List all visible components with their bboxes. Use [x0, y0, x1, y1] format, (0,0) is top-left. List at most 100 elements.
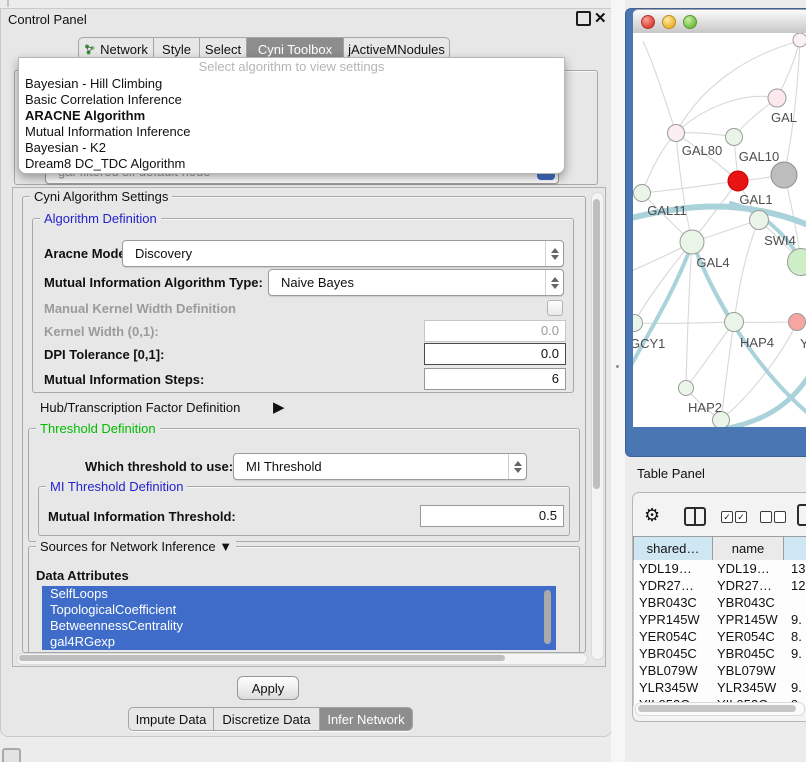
mi-steps-label: Mutual Information Steps: — [44, 372, 204, 387]
settings-vscrollbar-thumb[interactable] — [593, 199, 600, 489]
collapse-arrow-icon[interactable]: ▼ — [219, 539, 232, 554]
select-all-icon[interactable]: ✓ — [721, 511, 733, 523]
tab-infer-network[interactable]: Infer Network — [319, 708, 412, 730]
node-label: GAL80 — [682, 143, 722, 158]
node-swi4[interactable] — [750, 211, 769, 230]
node-hap4[interactable] — [725, 313, 744, 332]
mi-type-label: Mutual Information Algorithm Type: — [44, 275, 263, 290]
gear-icon[interactable]: ⚙ — [644, 505, 660, 526]
attribute-item[interactable]: BetweennessCentrality — [42, 618, 556, 634]
table-header: shared… name — [633, 536, 806, 561]
algorithm-option[interactable]: Bayesian - K2 — [19, 140, 564, 156]
settings-vscrollbar[interactable] — [591, 192, 604, 660]
mi-type-value: Naive Bayes — [281, 270, 354, 295]
column-header-shared-name[interactable]: shared… — [634, 536, 713, 561]
data-attributes-label: Data Attributes — [36, 568, 129, 583]
manual-kernel-checkbox[interactable] — [547, 300, 563, 316]
float-panel-icon[interactable] — [576, 11, 591, 26]
mi-threshold-field[interactable]: 0.5 — [420, 505, 564, 527]
node-gal1-selected[interactable] — [728, 171, 748, 191]
deselect-all-icon[interactable] — [774, 511, 786, 523]
close-panel-icon[interactable]: ✕ — [594, 9, 607, 27]
deselect-all-icon[interactable] — [760, 511, 772, 523]
table-row[interactable]: YBR045CYBR045C9. — [634, 645, 806, 662]
table-hscrollbar[interactable] — [635, 702, 805, 716]
window-minimize-icon[interactable] — [662, 15, 676, 29]
aracne-mode-combo[interactable]: Discovery — [122, 240, 564, 267]
node-salmon[interactable] — [789, 314, 806, 331]
node-label: GAL1 — [739, 192, 772, 207]
manual-kernel-label: Manual Kernel Width Definition — [44, 301, 236, 316]
sources-title-text: Sources for Network Inference — [40, 539, 216, 554]
attribute-item[interactable]: SelfLoops — [42, 586, 556, 602]
node[interactable] — [793, 33, 806, 47]
mi-threshold-label: Mutual Information Threshold: — [48, 509, 236, 524]
node-label: GAL4 — [696, 255, 729, 270]
algorithm-option[interactable]: Mutual Information Inference — [19, 124, 564, 140]
algorithm-popup-placeholder: Select algorithm to view settings — [19, 58, 564, 76]
mi-type-combo[interactable]: Naive Bayes — [268, 269, 564, 296]
node-label: HAP2 — [688, 400, 722, 415]
table-row[interactable]: YER054CYER054C8. — [634, 628, 806, 645]
node-gcy1[interactable] — [633, 315, 643, 332]
node-big-green[interactable] — [788, 249, 806, 276]
table-row[interactable]: YDR27…YDR27…12 — [634, 577, 806, 594]
tab-select-label: Select — [205, 42, 241, 57]
tab-impute-data[interactable]: Impute Data — [129, 708, 213, 730]
dpi-tolerance-label: DPI Tolerance [0,1]: — [44, 347, 164, 362]
settings-hscrollbar-thumb[interactable] — [19, 655, 505, 661]
dpi-tolerance-field[interactable]: 0.0 — [424, 343, 566, 365]
table-hscrollbar-thumb[interactable] — [638, 705, 796, 712]
tab-jactivemnodules-label: jActiveMNodules — [348, 42, 445, 57]
node-gal4[interactable] — [680, 230, 704, 254]
network-canvas[interactable]: GAL GAL80 GAL10 GAL1 GAL11 SWI4 GAL4 GCY… — [633, 33, 806, 427]
node-gal10[interactable] — [726, 129, 743, 146]
table-row[interactable]: YBR043CYBR043C — [634, 594, 806, 611]
window-close-icon[interactable] — [641, 15, 655, 29]
bottom-tabbar: Impute Data Discretize Data Infer Networ… — [128, 707, 413, 731]
network-icon — [84, 44, 95, 55]
algorithm-option[interactable]: Bayesian - Hill Climbing — [19, 76, 564, 92]
table-row[interactable]: YPR145WYPR145W9. — [634, 611, 806, 628]
attribute-item[interactable]: TopologicalCoefficient — [42, 602, 556, 618]
settings-hscrollbar[interactable] — [16, 653, 588, 665]
apply-button[interactable]: Apply — [237, 676, 299, 700]
column-header[interactable] — [784, 536, 806, 561]
algorithm-option[interactable]: Dream8 DC_TDC Algorithm — [19, 156, 564, 172]
mi-steps-field[interactable]: 6 — [424, 368, 566, 390]
table-body[interactable]: YDL19…YDL19…13 YDR27…YDR27…12 YBR043CYBR… — [633, 560, 806, 706]
network-graph: GAL GAL80 GAL10 GAL1 GAL11 SWI4 GAL4 GCY… — [633, 33, 806, 427]
which-threshold-combo[interactable]: MI Threshold — [233, 453, 527, 480]
node-gray[interactable] — [771, 162, 797, 188]
new-table-icon[interactable] — [797, 504, 806, 526]
table-row[interactable]: YDL19…YDL19…13 — [634, 560, 806, 577]
expand-arrow-icon[interactable]: ▶ — [273, 398, 285, 416]
node-hap2[interactable] — [679, 381, 694, 396]
column-layout-icon[interactable] — [684, 507, 706, 526]
collapsed-panel-icon[interactable] — [2, 748, 21, 762]
node-label: GAL10 — [739, 149, 779, 164]
table-panel-title: Table Panel — [637, 466, 705, 481]
table-row[interactable]: YBL079WYBL079W — [634, 662, 806, 679]
select-all-icon[interactable]: ✓ — [735, 511, 747, 523]
node-gal[interactable] — [768, 89, 786, 107]
mi-threshold-title: MI Threshold Definition — [46, 479, 187, 494]
algorithm-option-selected[interactable]: ARACNE Algorithm — [19, 108, 564, 124]
column-header-name[interactable]: name — [713, 536, 784, 561]
node-label: Y — [800, 336, 806, 351]
attribute-item[interactable]: gal4RGexp — [42, 634, 556, 650]
algorithm-definition-title: Algorithm Definition — [40, 211, 161, 226]
attribute-list-scrollbar-thumb[interactable] — [544, 590, 551, 644]
node-gal11[interactable] — [634, 185, 651, 202]
algorithm-option[interactable]: Basic Correlation Inference — [19, 92, 564, 108]
tab-discretize-data-label: Discretize Data — [222, 712, 310, 727]
panel-divider[interactable] — [611, 0, 625, 762]
window-zoom-icon[interactable] — [683, 15, 697, 29]
network-window-titlebar[interactable] — [633, 9, 806, 34]
tab-discretize-data[interactable]: Discretize Data — [213, 708, 319, 730]
combo-stepper-icon — [508, 454, 526, 479]
node-gal80[interactable] — [668, 125, 685, 142]
algorithm-popup: Select algorithm to view settings Bayesi… — [18, 57, 565, 174]
table-row[interactable]: YLR345WYLR345W9. — [634, 679, 806, 696]
kernel-width-field[interactable]: 0.0 — [424, 320, 566, 342]
